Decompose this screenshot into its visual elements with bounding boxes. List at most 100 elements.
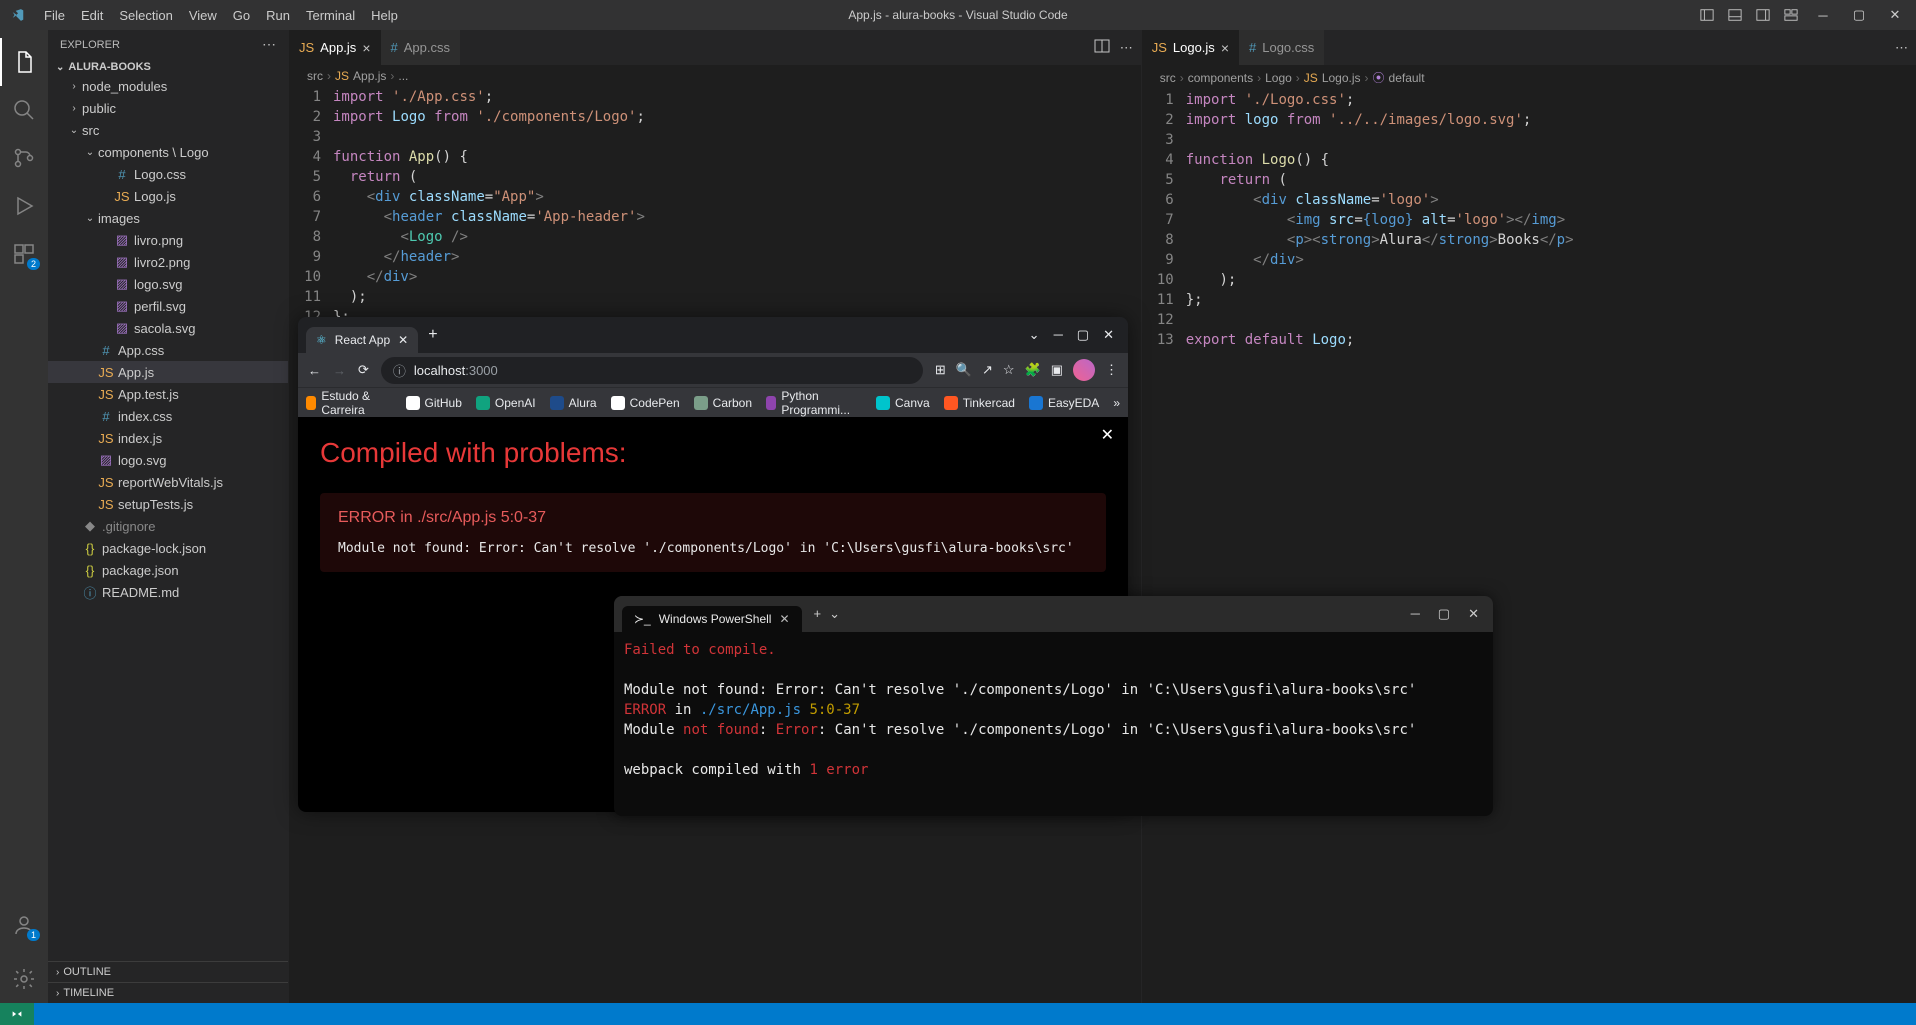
more-actions-icon[interactable]: ⋯: [1895, 40, 1908, 56]
terminal-tab-close-icon[interactable]: ✕: [779, 612, 789, 626]
folder-item[interactable]: ⌄components \ Logo: [48, 141, 288, 163]
file-item[interactable]: JSindex.js: [48, 427, 288, 449]
overlay-close-icon[interactable]: ✕: [1101, 425, 1114, 445]
bookmark-item[interactable]: EasyEDA: [1029, 396, 1099, 410]
bookmark-item[interactable]: Tinkercad: [944, 396, 1015, 410]
file-item[interactable]: JSreportWebVitals.js: [48, 471, 288, 493]
activity-explorer-icon[interactable]: [0, 38, 48, 86]
timeline-section[interactable]: ›TIMELINE: [48, 982, 288, 1003]
folder-item[interactable]: ›node_modules: [48, 75, 288, 97]
file-item[interactable]: ▨logo.svg: [48, 273, 288, 295]
activity-source-control-icon[interactable]: [0, 134, 48, 182]
activity-search-icon[interactable]: [0, 86, 48, 134]
menu-file[interactable]: File: [36, 8, 73, 23]
browser-menu-icon[interactable]: ⋮: [1105, 362, 1118, 378]
more-actions-icon[interactable]: ⋯: [1120, 40, 1133, 56]
sidepanel-icon[interactable]: ▣: [1051, 362, 1063, 378]
editor-tab[interactable]: # Logo.css: [1239, 30, 1324, 65]
folder-item[interactable]: ›public: [48, 97, 288, 119]
menu-run[interactable]: Run: [258, 8, 298, 23]
file-item[interactable]: ⓘREADME.md: [48, 581, 288, 603]
menu-selection[interactable]: Selection: [111, 8, 180, 23]
file-item[interactable]: ◆.gitignore: [48, 515, 288, 537]
remote-indicator-icon[interactable]: [0, 1003, 34, 1025]
file-item[interactable]: ▨sacola.svg: [48, 317, 288, 339]
file-item[interactable]: ▨livro2.png: [48, 251, 288, 273]
bookmark-item[interactable]: Estudo & Carreira: [306, 389, 392, 417]
address-bar[interactable]: ⓘ localhost:3000: [381, 357, 923, 384]
bookmark-item[interactable]: Carbon: [694, 396, 752, 410]
bookmark-item[interactable]: OpenAI: [476, 396, 536, 410]
terminal-new-tab-button[interactable]: +: [814, 606, 822, 622]
back-button[interactable]: ←: [308, 363, 321, 378]
terminal-output[interactable]: Failed to compile. Module not found: Err…: [614, 632, 1493, 816]
activity-debug-icon[interactable]: [0, 182, 48, 230]
file-item[interactable]: JSApp.js: [48, 361, 288, 383]
bookmark-item[interactable]: CodePen: [611, 396, 680, 410]
terminal-close-button[interactable]: ✕: [1468, 606, 1479, 622]
forward-button[interactable]: →: [333, 363, 346, 378]
terminal-minimize-button[interactable]: ─: [1411, 606, 1420, 622]
minimize-button[interactable]: ─: [1808, 0, 1838, 30]
bookmark-icon[interactable]: ☆: [1003, 362, 1015, 378]
browser-close-button[interactable]: ✕: [1103, 327, 1114, 343]
layout-toggle-bottom-icon[interactable]: [1724, 4, 1746, 26]
bookmark-item[interactable]: Alura: [550, 396, 597, 410]
file-item[interactable]: ▨perfil.svg: [48, 295, 288, 317]
file-item[interactable]: {}package.json: [48, 559, 288, 581]
editor-tab[interactable]: JS Logo.js×: [1142, 30, 1239, 65]
share-icon[interactable]: ↗: [982, 362, 993, 378]
tab-close-icon[interactable]: ✕: [398, 333, 408, 347]
file-item[interactable]: JSsetupTests.js: [48, 493, 288, 515]
editor-tab[interactable]: JS App.js×: [289, 30, 381, 65]
terminal-tab[interactable]: ≻_ Windows PowerShell ✕: [622, 606, 802, 632]
bookmarks-overflow-icon[interactable]: »: [1113, 396, 1120, 410]
zoom-icon[interactable]: 🔍: [956, 362, 972, 378]
split-editor-icon[interactable]: [1094, 38, 1110, 57]
new-tab-button[interactable]: +: [418, 326, 447, 344]
file-item[interactable]: ▨livro.png: [48, 229, 288, 251]
menu-edit[interactable]: Edit: [73, 8, 111, 23]
bookmark-item[interactable]: GitHub: [406, 396, 462, 410]
layout-toggle-right-icon[interactable]: [1752, 4, 1774, 26]
file-item[interactable]: #Logo.css: [48, 163, 288, 185]
bookmark-item[interactable]: Canva: [876, 396, 930, 410]
close-button[interactable]: ✕: [1880, 0, 1910, 30]
activity-accounts-icon[interactable]: 1: [0, 901, 48, 949]
folder-item[interactable]: ⌄src: [48, 119, 288, 141]
terminal-dropdown-icon[interactable]: ⌄: [829, 606, 840, 622]
file-item[interactable]: {}package-lock.json: [48, 537, 288, 559]
breadcrumbs-left[interactable]: src› JS App.js› ...: [289, 65, 1141, 87]
outline-section[interactable]: ›OUTLINE: [48, 961, 288, 982]
layout-customize-icon[interactable]: [1780, 4, 1802, 26]
activity-extensions-icon[interactable]: 2: [0, 230, 48, 278]
code-editor-right[interactable]: 12345678910111213 import './Logo.css'; i…: [1142, 90, 1916, 350]
browser-minimize-button[interactable]: ─: [1054, 327, 1063, 343]
menu-go[interactable]: Go: [225, 8, 258, 23]
file-item[interactable]: JSApp.test.js: [48, 383, 288, 405]
install-app-icon[interactable]: ⊞: [935, 362, 946, 378]
browser-dropdown-icon[interactable]: ⌄: [1029, 327, 1040, 343]
site-info-icon[interactable]: ⓘ: [393, 361, 406, 380]
profile-avatar[interactable]: [1073, 359, 1095, 381]
browser-maximize-button[interactable]: ▢: [1077, 327, 1089, 343]
menu-terminal[interactable]: Terminal: [298, 8, 363, 23]
file-item[interactable]: #App.css: [48, 339, 288, 361]
browser-tab[interactable]: ⚛ React App ✕: [306, 327, 418, 353]
reload-button[interactable]: ⟳: [358, 362, 369, 378]
file-item[interactable]: #index.css: [48, 405, 288, 427]
tab-close-icon[interactable]: ×: [362, 40, 370, 56]
explorer-more-icon[interactable]: ⋯: [262, 36, 276, 53]
file-item[interactable]: ▨logo.svg: [48, 449, 288, 471]
activity-settings-icon[interactable]: [0, 955, 48, 1003]
breadcrumbs-right[interactable]: src› components› Logo› JS Logo.js› ⦿ def…: [1142, 65, 1916, 90]
tab-close-icon[interactable]: ×: [1221, 40, 1229, 56]
file-item[interactable]: JSLogo.js: [48, 185, 288, 207]
terminal-maximize-button[interactable]: ▢: [1438, 606, 1450, 622]
bookmark-item[interactable]: Python Programmi...: [766, 389, 862, 417]
maximize-button[interactable]: ▢: [1844, 0, 1874, 30]
extensions-icon[interactable]: 🧩: [1025, 362, 1041, 378]
layout-toggle-left-icon[interactable]: [1696, 4, 1718, 26]
editor-tab[interactable]: # App.css: [381, 30, 460, 65]
project-row[interactable]: ⌄ ALURA-BOOKS: [48, 59, 288, 75]
